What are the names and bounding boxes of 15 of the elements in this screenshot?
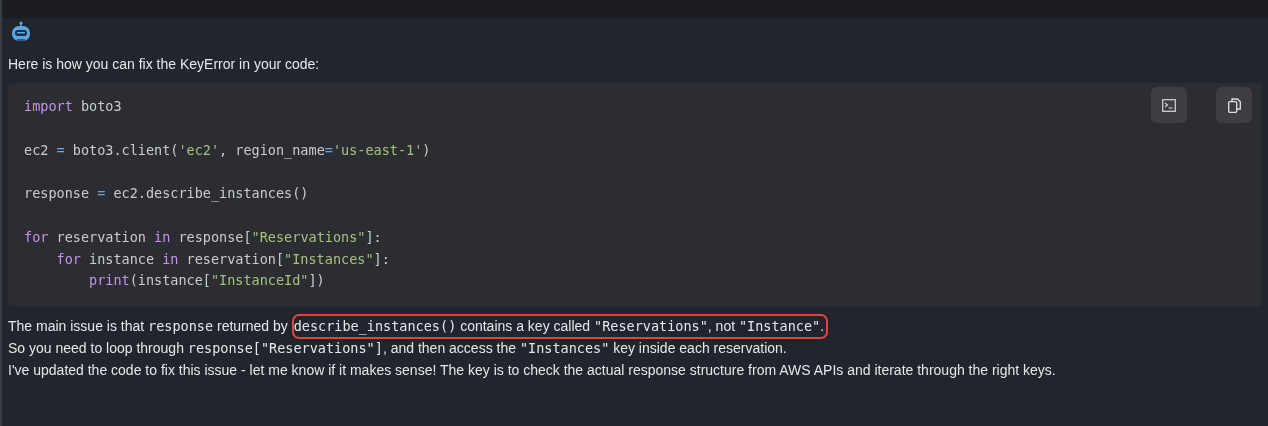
terminal-icon <box>1162 98 1176 112</box>
terminal-button[interactable] <box>1151 87 1187 123</box>
code-line: ec2 = boto3.client('ec2', region_name='us-east-1') <box>24 140 431 161</box>
copy-button[interactable] <box>1216 87 1252 123</box>
intro-text: Here is how you can fix the KeyError in your code: <box>8 55 321 74</box>
paragraph: The main issue is that response returned by describe_instances() contains a key called "Reservations", not "Instance". <box>8 315 829 337</box>
code-line: for instance in reservation["Instances"]: <box>56 249 390 269</box>
copy-icon <box>1227 97 1241 113</box>
paragraph: I've updated the code to fix this issue - let me know if it makes sense! The key is to check the actual response structure from AWS APIs and iterate through the right keys. <box>8 361 1056 380</box>
code-line: import boto3 <box>24 97 122 116</box>
code-line: print(instance["InstanceId"]) <box>89 271 325 291</box>
code-line: response = ec2.describe_instances() <box>24 184 309 204</box>
code-line: for reservation in response["Reservations"]: <box>24 227 382 247</box>
robot-icon <box>9 20 33 44</box>
paragraph: So you need to loop through response["Reservations"], and then access the "Instances" key inside each reservation. <box>8 339 787 358</box>
